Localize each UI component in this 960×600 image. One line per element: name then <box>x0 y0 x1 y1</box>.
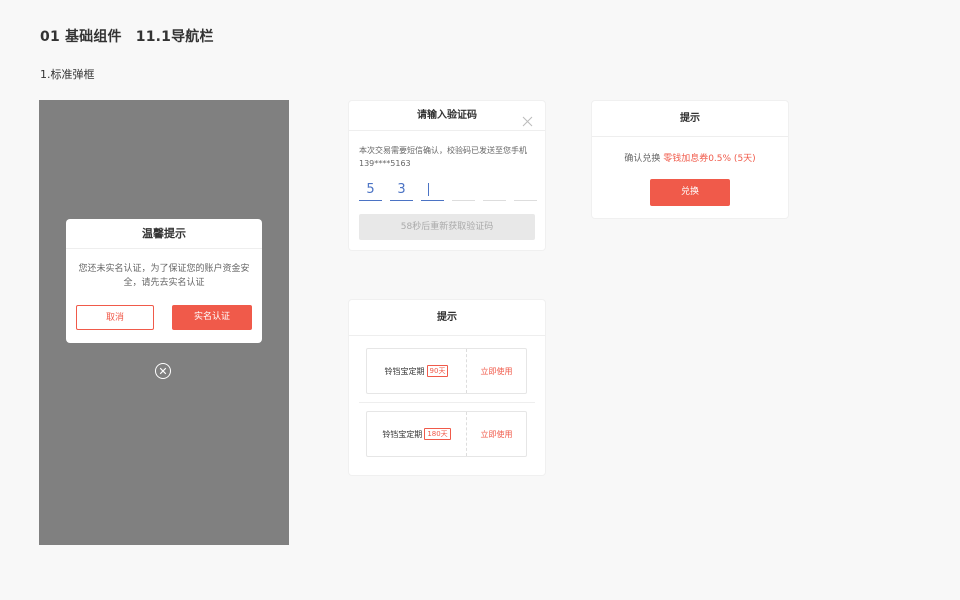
dialog-title: 提示 <box>592 101 788 137</box>
cancel-button[interactable]: 取消 <box>76 305 154 330</box>
page-title: 01 基础组件 11.1导航栏 <box>40 26 214 46</box>
realname-dialog: 温馨提示 您还未实名认证，为了保证您的账户资金安全，请先去实名认证 取消 实名认… <box>66 219 262 343</box>
code-digit-2[interactable]: 3 <box>390 179 413 201</box>
code-digit-4[interactable] <box>452 179 475 201</box>
product-dialog: 提示 铃铛宝定期 90天 立即使用 铃铛宝定期 180天 立即使用 <box>349 300 545 475</box>
code-digit-6[interactable] <box>514 179 537 201</box>
divider <box>359 402 535 403</box>
product-name-text: 铃铛宝定期 <box>382 429 423 439</box>
text-cursor <box>428 183 429 196</box>
close-icon[interactable] <box>522 110 533 139</box>
page-label: 11.1导航栏 <box>135 29 214 45</box>
exchange-message: 确认兑换 零钱加息券0.5% (5天) <box>592 151 788 164</box>
code-input[interactable]: 5 3 <box>359 179 537 201</box>
product-item: 铃铛宝定期 180天 立即使用 <box>366 411 527 457</box>
product-name-text: 铃铛宝定期 <box>384 366 425 376</box>
code-digit-5[interactable] <box>483 179 506 201</box>
exchange-button[interactable]: 兑换 <box>650 179 730 206</box>
use-now-button[interactable]: 立即使用 <box>467 366 526 377</box>
product-name: 铃铛宝定期 180天 <box>367 412 467 456</box>
dialog-message: 您还未实名认证，为了保证您的账户资金安全，请先去实名认证 <box>78 264 250 288</box>
use-now-button[interactable]: 立即使用 <box>467 429 526 440</box>
dialog-title: 温馨提示 <box>66 219 262 249</box>
coupon-name: 零钱加息券0.5% (5天) <box>663 154 756 164</box>
exchange-dialog: 提示 确认兑换 零钱加息券0.5% (5天) 兑换 <box>592 101 788 218</box>
verify-code-dialog: 请输入验证码 本次交易需要短信确认，校验码已发送至您手机139****5163 … <box>349 101 545 250</box>
term-badge: 90天 <box>426 365 449 377</box>
section-label: 01 基础组件 <box>40 29 122 45</box>
product-name: 铃铛宝定期 90天 <box>367 349 467 393</box>
code-digit-1[interactable]: 5 <box>359 179 382 201</box>
product-item: 铃铛宝定期 90天 立即使用 <box>366 348 527 394</box>
exchange-message-prefix: 确认兑换 <box>624 154 661 164</box>
term-badge: 180天 <box>424 428 451 440</box>
section-subtitle: 1.标准弹框 <box>40 68 95 81</box>
verify-message: 本次交易需要短信确认，校验码已发送至您手机139****5163 <box>359 146 527 168</box>
dialog-title: 提示 <box>349 300 545 336</box>
resend-code-button[interactable]: 58秒后重新获取验证码 <box>359 214 535 240</box>
dialog-title: 请输入验证码 <box>349 101 545 131</box>
code-digit-3[interactable] <box>421 179 444 201</box>
phone-mockup: 温馨提示 您还未实名认证，为了保证您的账户资金安全，请先去实名认证 取消 实名认… <box>39 100 289 545</box>
dialog-title-text: 请输入验证码 <box>417 110 477 121</box>
realname-verify-button[interactable]: 实名认证 <box>172 305 252 330</box>
close-circle-icon[interactable] <box>155 363 171 379</box>
